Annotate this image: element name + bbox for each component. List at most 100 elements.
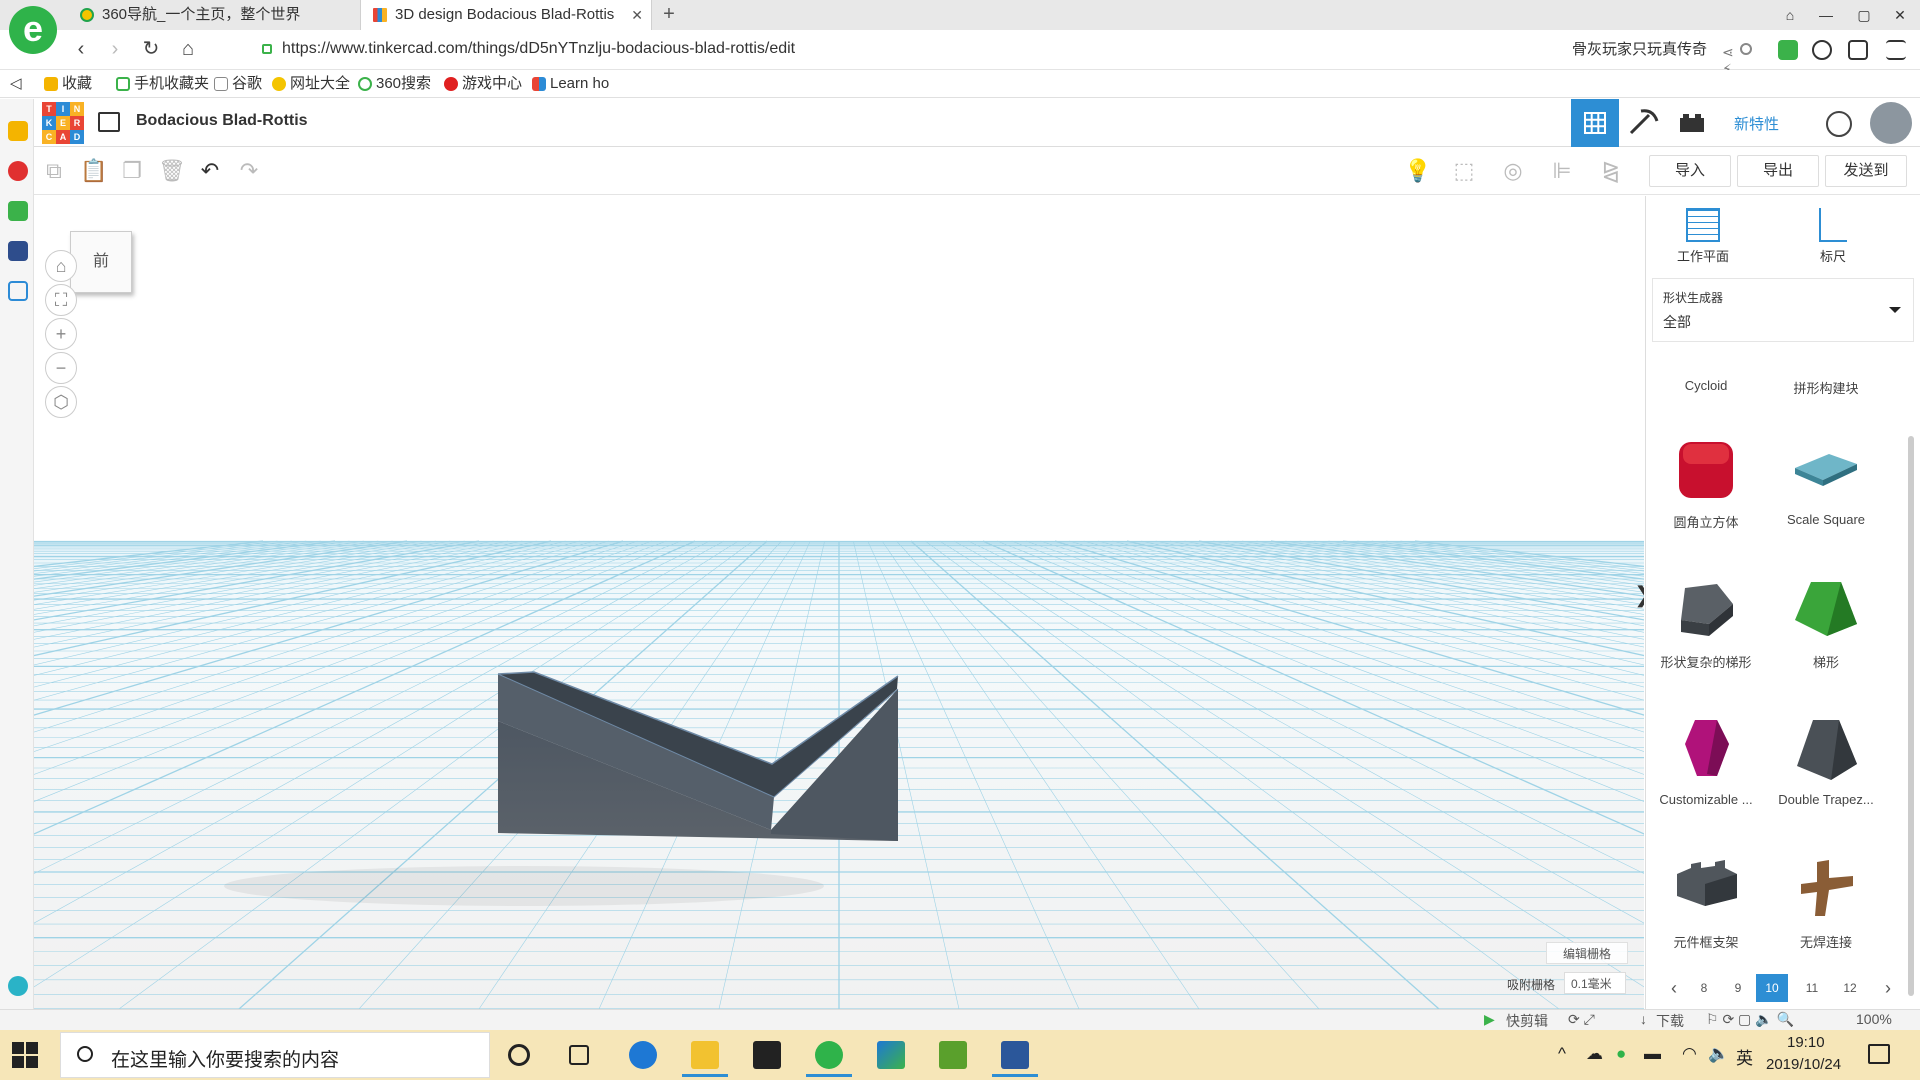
status-extra-icons[interactable]: ⚐ ⟳ ▢ 🔈 🔍	[1706, 1011, 1794, 1028]
paste-icon[interactable]: 📋	[80, 159, 107, 183]
send-to-button[interactable]: 发送到	[1825, 155, 1907, 187]
tab-tinkercad-design[interactable]: 3D design Bodacious Blad-Rottis ✕	[360, 0, 652, 30]
import-button[interactable]: 导入	[1649, 155, 1731, 187]
cloud-icon[interactable]: ☁	[1586, 1044, 1603, 1064]
mirror-icon[interactable]: ⧎	[1599, 159, 1623, 183]
quick-clip-link[interactable]: 快剪辑	[1506, 1011, 1548, 1031]
bookmark-360-search[interactable]: 360搜索	[358, 73, 431, 95]
search-icon[interactable]	[1740, 43, 1752, 55]
download-link[interactable]: 下载	[1656, 1011, 1684, 1031]
delete-icon[interactable]: 🗑	[158, 159, 186, 183]
clock-date[interactable]: 2019/10/24	[1766, 1056, 1841, 1073]
page-button[interactable]: 11	[1796, 974, 1828, 1002]
favorites-star-icon[interactable]	[8, 121, 28, 141]
3d-view-button[interactable]	[1571, 99, 1619, 147]
search-input[interactable]: 骨灰玩家只玩真传奇	[1560, 36, 1760, 64]
workplane-viewport[interactable]: 前 ⌂ ⛶ + − ⬡ ❯ 编辑栅格 吸附栅格 0.1毫米	[34, 196, 1644, 1009]
shape-tile[interactable]: Scale Square	[1766, 424, 1886, 544]
design-list-icon[interactable]	[98, 112, 120, 132]
close-window-button[interactable]: ✕	[1882, 0, 1918, 30]
undo-icon[interactable]	[1848, 40, 1868, 60]
export-button[interactable]: 导出	[1737, 155, 1819, 187]
close-tab-icon[interactable]: ✕	[631, 0, 643, 30]
page-button[interactable]: 12	[1834, 974, 1866, 1002]
copy-icon[interactable]: ⧉	[42, 159, 66, 183]
file-explorer-icon[interactable]	[678, 1033, 732, 1077]
page-button-active[interactable]: 10	[1756, 974, 1788, 1002]
undo-icon[interactable]: ↶	[198, 159, 222, 183]
shape-tile[interactable]: Double Trapez...	[1766, 704, 1886, 824]
reload-icon[interactable]: ↻	[139, 38, 163, 62]
ungroup-icon[interactable]: ◎	[1501, 159, 1525, 183]
home-icon[interactable]: ⌂	[176, 38, 200, 62]
task-view-icon[interactable]	[552, 1033, 606, 1077]
minimize-button[interactable]: —	[1808, 0, 1844, 30]
battery-icon[interactable]: ▬	[1644, 1044, 1661, 1064]
edge-icon[interactable]	[616, 1033, 670, 1077]
workplane-grid[interactable]	[34, 196, 1644, 1009]
add-sidebar-icon[interactable]	[8, 976, 28, 996]
prev-page-icon[interactable]: ‹	[1658, 974, 1690, 1002]
workplane-tool[interactable]: 工作平面	[1658, 208, 1748, 265]
new-features-link[interactable]: 新特性	[1734, 113, 1779, 134]
bricks-view-button[interactable]	[1667, 99, 1715, 147]
zoom-out-icon[interactable]: −	[45, 352, 77, 384]
ruler-tool[interactable]: 标尺	[1788, 208, 1878, 265]
word-icon[interactable]	[988, 1033, 1042, 1077]
shape-tile[interactable]: 无焊连接	[1766, 844, 1886, 964]
url-field[interactable]: https://www.tinkercad.com/things/dD5nYTn…	[236, 36, 1734, 94]
wifi-icon[interactable]: ◠	[1682, 1044, 1697, 1064]
group-icon[interactable]: ⬚	[1452, 159, 1476, 183]
zoom-level[interactable]: 100%	[1856, 1011, 1892, 1027]
fit-view-icon[interactable]: ⛶	[45, 284, 77, 316]
mail-icon[interactable]	[8, 201, 28, 221]
browser-logo-icon[interactable]: e	[9, 6, 57, 54]
battery-icon[interactable]	[1778, 40, 1798, 60]
bookmark-learn[interactable]: Learn ho	[532, 73, 609, 95]
news-icon[interactable]	[8, 241, 28, 261]
blocks-view-button[interactable]	[1619, 99, 1667, 147]
media-player-icon[interactable]	[864, 1033, 918, 1077]
align-icon[interactable]: ⊫	[1550, 159, 1574, 183]
maximize-button[interactable]: ▢	[1846, 0, 1882, 30]
bookmark-favorites[interactable]: 收藏	[44, 73, 92, 95]
nvidia-icon[interactable]	[926, 1033, 980, 1077]
bookmark-sites[interactable]: 网址大全	[272, 73, 350, 95]
notification-icon[interactable]	[1868, 1044, 1890, 1064]
bookmark-games[interactable]: 游戏中心	[444, 73, 522, 95]
edit-grid-button[interactable]: 编辑栅格	[1546, 942, 1628, 964]
360-safe-icon[interactable]: ●	[1616, 1044, 1626, 1064]
home-view-icon[interactable]: ⌂	[45, 250, 77, 282]
sidebar-toggle-icon[interactable]: ◁	[10, 73, 22, 95]
skin-button[interactable]: ⌂	[1772, 0, 1808, 30]
document-icon[interactable]	[8, 281, 28, 301]
bookmark-mobile[interactable]: 手机收藏夹	[116, 73, 209, 95]
volume-icon[interactable]: 🔈	[1708, 1044, 1729, 1064]
bookmark-google[interactable]: 谷歌	[214, 73, 262, 95]
tab-360-homepage[interactable]: 360导航_一个主页，整个世界	[68, 0, 358, 30]
light-bulb-icon[interactable]: 💡	[1404, 159, 1431, 183]
panel-scrollbar[interactable]	[1908, 436, 1914, 996]
view-cube[interactable]: 前	[70, 231, 132, 293]
panel-toggle-icon[interactable]: ❯	[1634, 582, 1644, 608]
design-title[interactable]: Bodacious Blad-Rottis	[136, 112, 308, 130]
zoom-in-icon[interactable]: +	[45, 318, 77, 350]
next-page-icon[interactable]: ›	[1872, 974, 1904, 1002]
page-button[interactable]: 9	[1722, 974, 1754, 1002]
360-browser-icon[interactable]	[802, 1033, 856, 1077]
menu-icon[interactable]	[1886, 40, 1906, 60]
back-icon[interactable]: ‹	[69, 38, 93, 62]
shape-tile[interactable]: 形状复杂的梯形	[1646, 564, 1766, 684]
status-tool-icons[interactable]: ⟳ ⤢	[1568, 1011, 1595, 1028]
headphones-icon[interactable]	[1812, 40, 1832, 60]
page-button[interactable]: 8	[1688, 974, 1720, 1002]
cortana-icon[interactable]	[492, 1033, 546, 1077]
forward-icon[interactable]: ›	[103, 38, 127, 62]
taskbar-search-input[interactable]: 在这里输入你要搜索的内容	[60, 1032, 490, 1078]
redo-icon[interactable]: ↷	[237, 159, 261, 183]
weibo-icon[interactable]	[8, 161, 28, 181]
shape-generator-dropdown[interactable]: 形状生成器 全部	[1652, 278, 1914, 342]
perspective-icon[interactable]: ⬡	[45, 386, 77, 418]
clock-time[interactable]: 19:10	[1787, 1034, 1825, 1051]
avatar[interactable]	[1870, 102, 1912, 144]
